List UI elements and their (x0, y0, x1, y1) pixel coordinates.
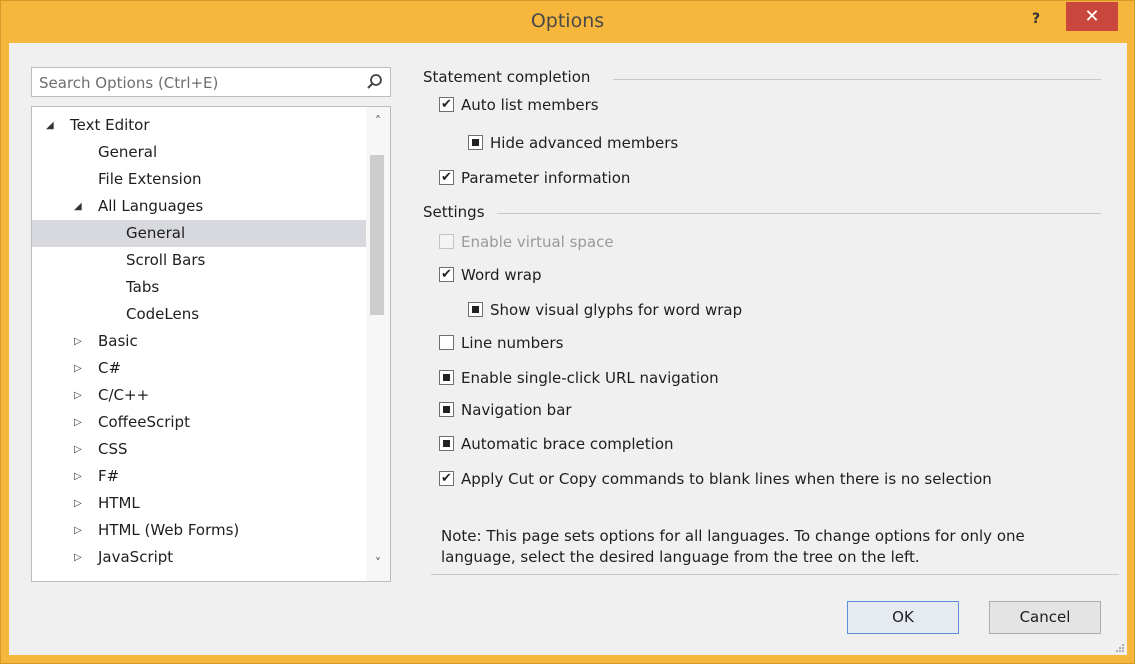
tree-scrollbar[interactable]: ˄ ˅ (366, 107, 390, 581)
options-tree[interactable]: ◢ Text Editor General File Extension ◢ A… (31, 106, 391, 582)
tree-item[interactable]: ▷ HTML (Web Forms) (32, 517, 366, 544)
search-options-input[interactable]: Search Options (Ctrl+E) (31, 67, 391, 97)
tree-item-label: HTML (Web Forms) (98, 521, 240, 539)
checkbox-indeterminate[interactable] (468, 135, 483, 150)
tree-item-label: Basic (98, 332, 138, 350)
tree-item[interactable]: Tabs (32, 274, 366, 301)
statement-completion-header: Statement completion (423, 68, 591, 86)
tree-item-label: F# (98, 467, 120, 485)
bottom-divider (431, 574, 1119, 575)
dialog-body: Search Options (Ctrl+E) ◢ Text Editor Ge… (9, 43, 1127, 655)
tree-item[interactable]: File Extension (32, 166, 366, 193)
close-button[interactable]: ✕ (1066, 2, 1118, 31)
checkbox-indeterminate[interactable] (439, 436, 454, 451)
ok-button[interactable]: OK (847, 601, 959, 634)
checkbox-unchecked[interactable] (439, 335, 454, 350)
tree-item[interactable]: General (32, 139, 366, 166)
tree-item-label: CSS (98, 440, 128, 458)
option-label: Apply Cut or Copy commands to blank line… (461, 470, 992, 488)
section-divider (613, 79, 1101, 80)
tree-item-label: File Extension (98, 170, 202, 188)
note-text: Note: This page sets options for all lan… (441, 527, 1025, 566)
collapsed-arrow-icon[interactable]: ▷ (74, 436, 82, 463)
option-label: Enable single-click URL navigation (461, 369, 719, 387)
option-label: Navigation bar (461, 401, 572, 419)
tree-item-label: Scroll Bars (126, 251, 206, 269)
option-label: Parameter information (461, 169, 631, 187)
collapsed-arrow-icon[interactable]: ▷ (74, 544, 82, 571)
tree-item-label: General (98, 143, 158, 161)
tree-item[interactable]: ◢ Text Editor (32, 112, 366, 139)
checkbox-indeterminate[interactable] (439, 402, 454, 417)
tree-item[interactable]: ▷ JavaScript (32, 544, 366, 571)
tree-item-label: All Languages (98, 197, 204, 215)
collapsed-arrow-icon[interactable]: ▷ (74, 382, 82, 409)
scroll-down-icon[interactable]: ˅ (366, 555, 390, 571)
cancel-button[interactable]: Cancel (989, 601, 1101, 634)
checkbox-indeterminate[interactable] (439, 370, 454, 385)
checkbox-checked[interactable] (439, 94, 454, 116)
tree-item-label: C/C++ (98, 386, 150, 404)
tree-item-label: CoffeeScript (98, 413, 190, 431)
title-bar[interactable]: Options ? ✕ (1, 1, 1134, 43)
tree-item[interactable]: ▷ Basic (32, 328, 366, 355)
tree-item[interactable]: ▷ CSS (32, 436, 366, 463)
scroll-thumb[interactable] (370, 155, 384, 315)
help-button[interactable]: ? (1025, 7, 1047, 31)
section-divider (497, 213, 1101, 214)
tree-item-selected[interactable]: General (32, 220, 366, 247)
search-icon[interactable] (366, 73, 384, 91)
tree-item-label: Tabs (126, 278, 160, 296)
tree-item[interactable]: Scroll Bars (32, 247, 366, 274)
tree-item[interactable]: ▷ C# (32, 355, 366, 382)
options-dialog: Options ? ✕ Search Options (Ctrl+E) ◢ Te… (0, 0, 1135, 664)
collapsed-arrow-icon[interactable]: ▷ (74, 328, 82, 355)
option-label: Automatic brace completion (461, 435, 674, 453)
checkbox-checked[interactable] (439, 167, 454, 189)
collapsed-arrow-icon[interactable]: ▷ (74, 409, 82, 436)
option-label: Auto list members (461, 96, 599, 114)
expanded-arrow-icon[interactable]: ◢ (46, 112, 54, 139)
collapsed-arrow-icon[interactable]: ▷ (74, 355, 82, 382)
collapsed-arrow-icon[interactable]: ▷ (74, 517, 82, 544)
tree-item-label: JavaScript (98, 548, 174, 566)
option-label: Hide advanced members (490, 134, 679, 152)
tree-item[interactable]: ▷ CoffeeScript (32, 409, 366, 436)
option-label: Word wrap (461, 266, 542, 284)
tree-item[interactable]: ▷ HTML (32, 490, 366, 517)
close-icon: ✕ (1084, 6, 1100, 27)
tree-item-label: Text Editor (70, 116, 150, 134)
expanded-arrow-icon[interactable]: ◢ (74, 193, 82, 220)
tree-item[interactable]: ▷ C/C++ (32, 382, 366, 409)
scroll-up-icon[interactable]: ˄ (366, 113, 390, 129)
search-placeholder: Search Options (Ctrl+E) (39, 74, 219, 92)
dialog-title: Options (530, 10, 605, 32)
resize-grip-icon[interactable] (1115, 643, 1125, 653)
checkbox-checked[interactable] (439, 468, 454, 490)
tree-item[interactable]: ▷ F# (32, 463, 366, 490)
option-label: Show visual glyphs for word wrap (490, 301, 743, 319)
collapsed-arrow-icon[interactable]: ▷ (74, 463, 82, 490)
checkbox-indeterminate[interactable] (468, 302, 483, 317)
tree-item[interactable]: CodeLens (32, 301, 366, 328)
checkbox-disabled (439, 234, 454, 249)
settings-header: Settings (423, 203, 485, 221)
tree-item-label: CodeLens (126, 305, 200, 323)
option-label: Line numbers (461, 334, 564, 352)
tree-item-label: HTML (98, 494, 140, 512)
option-label: Enable virtual space (461, 233, 614, 251)
checkbox-checked[interactable] (439, 264, 454, 286)
tree-item-label: C# (98, 359, 122, 377)
tree-item-label: General (126, 224, 186, 242)
collapsed-arrow-icon[interactable]: ▷ (74, 490, 82, 517)
tree-item[interactable]: ◢ All Languages (32, 193, 366, 220)
